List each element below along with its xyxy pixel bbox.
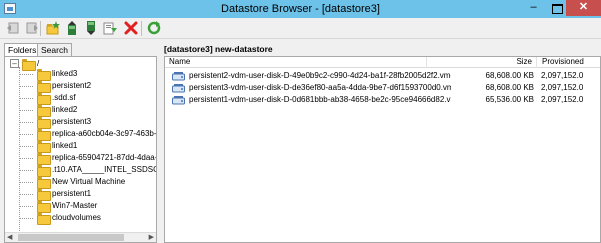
scroll-right-icon[interactable]: ▶: [149, 233, 154, 242]
folder-icon: [37, 93, 51, 105]
right-panel: [datastore3] new-datastore Name Size Pro…: [163, 40, 601, 243]
column-header-provisioned[interactable]: Provisioned: [537, 57, 600, 68]
scroll-left-icon[interactable]: ◀: [7, 233, 12, 242]
left-panel: Folders Search – / linked3 persistent2 .…: [0, 40, 159, 243]
tree-item-label: persistent3: [52, 117, 92, 126]
tree-item-label: persistent2: [52, 81, 92, 90]
table-row[interactable]: persistent3-vdm-user-disk-D-de36ef80-aa5…: [165, 82, 600, 94]
minimize-button[interactable]: –: [521, 1, 546, 15]
tree-item-label: persistent1: [52, 189, 92, 198]
toolbar-separator: [40, 21, 41, 36]
file-provisioned: 2,097,152.0: [541, 71, 584, 80]
disk-file-icon: [172, 83, 185, 93]
download-icon[interactable]: [84, 21, 98, 35]
table-row[interactable]: persistent1-vdm-user-disk-D-0d681bbb-ab3…: [165, 94, 600, 106]
file-provisioned: 2,097,152.0: [541, 95, 584, 104]
toolbar-separator: [141, 21, 142, 36]
tree-item-label: replica-65904721-87dd-4daa-a5: [52, 153, 157, 162]
disk-file-icon: [172, 95, 185, 105]
tree-item-label: cloudvolumes: [52, 213, 101, 222]
tree-item-label: replica-a60cb04e-3c97-463b-b6: [52, 129, 157, 138]
tree-item-label: linked1: [52, 141, 78, 150]
folder-icon: [37, 105, 51, 117]
tree-connector: [19, 67, 20, 237]
folder-icon: [37, 213, 51, 225]
file-provisioned: 2,097,152.0: [541, 83, 584, 92]
file-size: 68,608.00 KB: [485, 71, 534, 80]
file-size: 68,608.00 KB: [485, 83, 534, 92]
folder-icon: [37, 189, 51, 201]
scrollbar-thumb[interactable]: [18, 234, 124, 241]
file-name: persistent3-vdm-user-disk-D-de36ef80-aa5…: [189, 83, 451, 92]
tree-item-label: New Virtual Machine: [52, 177, 126, 186]
column-header-name[interactable]: Name: [165, 57, 427, 68]
tree-item-label: linked2: [52, 105, 78, 114]
delete-icon[interactable]: [124, 21, 138, 35]
window-title: Datastore Browser - [datastore3]: [221, 3, 380, 15]
folder-icon: [37, 165, 51, 177]
tab-search[interactable]: Search: [37, 43, 72, 56]
close-button[interactable]: ✕: [566, 0, 601, 16]
tree-item-label: Win7-Master: [52, 201, 98, 210]
folder-icon: [37, 153, 51, 165]
tree-item-label: linked3: [52, 69, 78, 78]
maximize-button[interactable]: [548, 1, 566, 15]
back-icon[interactable]: [6, 21, 20, 35]
toolbar: [0, 18, 601, 39]
file-table: Name Size Provisioned persistent2-vdm-us…: [164, 56, 601, 243]
folder-icon: [37, 201, 51, 213]
folder-icon: [37, 69, 51, 81]
tree-horizontal-scrollbar[interactable]: ◀ ▶: [5, 232, 156, 242]
folder-icon: [37, 177, 51, 189]
title-bar: Datastore Browser - [datastore3] – ✕: [0, 0, 601, 18]
tree-root-label: /: [37, 59, 40, 68]
tree-item-label: .sdd.sf: [52, 93, 76, 102]
upload-icon[interactable]: [65, 21, 79, 35]
file-name: persistent2-vdm-user-disk-D-49e0b9c2-c99…: [189, 71, 451, 80]
forward-icon[interactable]: [25, 21, 39, 35]
file-size: 65,536.00 KB: [485, 95, 534, 104]
folder-icon: [37, 81, 51, 93]
refresh-icon[interactable]: [147, 21, 161, 35]
table-row[interactable]: persistent2-vdm-user-disk-D-49e0b9c2-c99…: [165, 70, 600, 82]
folder-icon: [37, 141, 51, 153]
register-vm-icon[interactable]: [103, 21, 117, 35]
file-name: persistent1-vdm-user-disk-D-0d681bbb-ab3…: [189, 95, 451, 104]
table-header: Name Size Provisioned: [165, 57, 600, 68]
new-folder-icon[interactable]: [46, 21, 60, 35]
collapse-icon[interactable]: –: [10, 59, 19, 68]
folder-icon: [37, 117, 51, 129]
tree-item-label: .t10.ATA_____INTEL_SSDSC2BI: [52, 165, 156, 174]
folder-tree[interactable]: – / linked3 persistent2 .sdd.sf linked2 …: [4, 56, 157, 243]
current-path: [datastore3] new-datastore: [164, 44, 273, 54]
column-header-size[interactable]: Size: [427, 57, 537, 68]
folder-icon: [37, 129, 51, 141]
disk-file-icon: [172, 71, 185, 81]
tab-folders[interactable]: Folders: [4, 43, 41, 57]
folder-icon: [22, 59, 36, 71]
